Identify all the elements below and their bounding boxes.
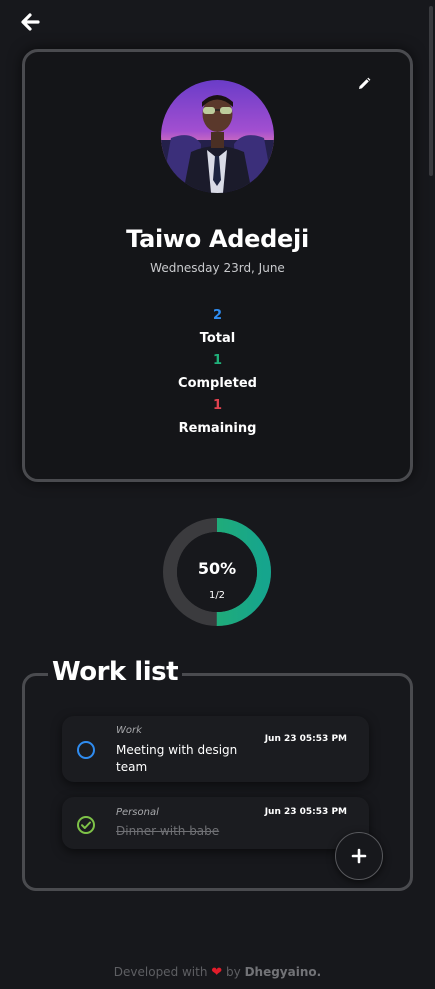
heart-icon: ❤	[211, 965, 223, 980]
task-item[interactable]: Work Meeting with design team Jun 23 05:…	[62, 716, 369, 782]
edit-profile-button[interactable]	[356, 76, 372, 92]
task-title: Meeting with design team	[116, 743, 238, 774]
work-list-title: Work list	[48, 657, 183, 687]
add-task-button[interactable]	[335, 832, 383, 880]
task-checkbox[interactable]	[76, 815, 96, 835]
stat-completed-value: 1	[212, 353, 223, 368]
stat-total-value: 2	[212, 308, 223, 323]
footer: Developed with ❤ by Dhegyaino.	[0, 965, 435, 980]
footer-by: by	[226, 965, 241, 979]
stat-completed-label: Completed	[178, 376, 257, 391]
footer-author-link[interactable]: Dhegyaino.	[245, 965, 322, 979]
task-item[interactable]: Personal Dinner with babe Jun 23 05:53 P…	[62, 797, 369, 849]
task-checkbox[interactable]	[76, 740, 96, 760]
footer-prefix: Developed with	[113, 965, 208, 979]
scrollbar[interactable]	[429, 6, 433, 176]
task-category: Work	[116, 725, 142, 736]
check-circle-icon	[77, 816, 95, 834]
task-time: Jun 23 05:53 PM	[264, 807, 347, 817]
stat-total-label: Total	[199, 331, 236, 346]
profile-name: Taiwo Adedeji	[126, 225, 309, 253]
profile-card: Taiwo Adedeji Wednesday 23rd, June 2 Tot…	[22, 49, 413, 482]
task-title: Dinner with babe	[116, 824, 220, 838]
task-category: Personal	[116, 807, 159, 818]
progress-percent: 50%	[197, 559, 237, 578]
task-time: Jun 23 05:53 PM	[264, 734, 347, 744]
avatar	[161, 80, 274, 193]
back-button[interactable]	[18, 10, 44, 34]
arrow-left-icon	[21, 13, 40, 31]
circle-outline-icon	[77, 741, 95, 759]
plus-icon	[351, 848, 367, 864]
profile-date: Wednesday 23rd, June	[150, 261, 285, 275]
progress-fraction: 1/2	[208, 590, 226, 601]
stat-remaining-label: Remaining	[178, 421, 257, 436]
stat-remaining-value: 1	[212, 398, 223, 413]
pencil-icon	[359, 77, 371, 89]
